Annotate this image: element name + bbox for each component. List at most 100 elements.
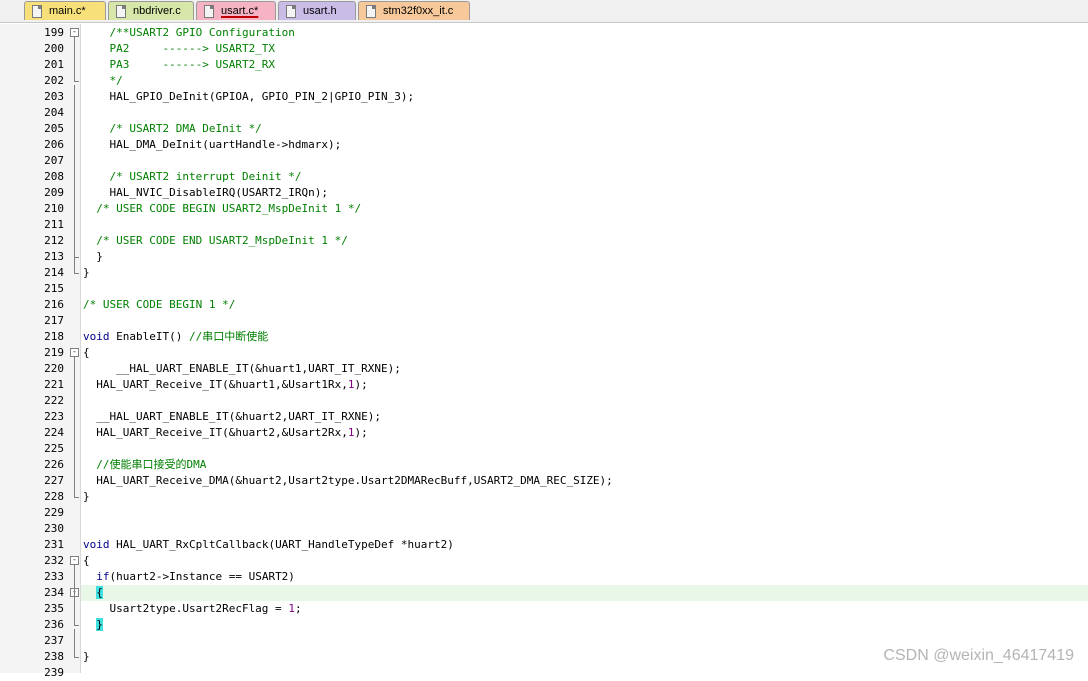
code-line[interactable]: 235 Usart2type.Usart2RecFlag = 1; <box>0 601 1088 617</box>
code-text: } <box>83 266 90 279</box>
line-number: 233 <box>44 570 64 583</box>
tab-nbdriver-c[interactable]: nbdriver.c <box>108 1 194 20</box>
code-line[interactable]: 239 <box>0 665 1088 681</box>
tab-label: nbdriver.c <box>133 5 181 17</box>
line-number: 207 <box>44 154 64 167</box>
line-number: 237 <box>44 634 64 647</box>
code-line[interactable]: 212 /* USER CODE END USART2_MspDeInit 1 … <box>0 233 1088 249</box>
code-line[interactable]: 200 PA2 ------> USART2_TX <box>0 41 1088 57</box>
code-line[interactable]: 202 */ <box>0 73 1088 89</box>
line-number: 215 <box>44 282 64 295</box>
code-text: HAL_UART_Receive_DMA(&huart2,Usart2type.… <box>83 474 613 487</box>
tab-label: stm32f0xx_it.c <box>383 5 454 17</box>
code-line[interactable]: 236 } <box>0 617 1088 633</box>
line-number: 222 <box>44 394 64 407</box>
code-text: HAL_UART_Receive_IT(&huart1,&Usart1Rx,1)… <box>83 377 368 393</box>
line-number: 213 <box>44 250 64 263</box>
code-line[interactable]: 206 HAL_DMA_DeInit(uartHandle->hdmarx); <box>0 137 1088 153</box>
code-line[interactable]: 204 <box>0 105 1088 121</box>
fold-toggle-icon[interactable]: - <box>70 28 79 37</box>
code-line[interactable]: 199- /**USART2 GPIO Configuration <box>0 25 1088 41</box>
code-text: /* USER CODE END USART2_MspDeInit 1 */ <box>83 234 348 247</box>
code-text: } <box>83 490 90 503</box>
fold-toggle-icon[interactable]: - <box>70 556 79 565</box>
code-text: } <box>83 250 103 263</box>
code-text: /* USART2 DMA DeInit */ <box>83 122 262 135</box>
code-line[interactable]: 214} <box>0 265 1088 281</box>
code-line[interactable]: 215 <box>0 281 1088 297</box>
code-line[interactable]: 205 /* USART2 DMA DeInit */ <box>0 121 1088 137</box>
line-number: 204 <box>44 106 64 119</box>
code-line[interactable]: 223 __HAL_UART_ENABLE_IT(&huart2,UART_IT… <box>0 409 1088 425</box>
tab-main-c[interactable]: main.c* <box>24 1 106 20</box>
code-text: /* USER CODE BEGIN USART2_MspDeInit 1 */ <box>83 202 362 215</box>
code-line[interactable]: 219-{ <box>0 345 1088 361</box>
line-number: 230 <box>44 522 64 535</box>
line-number: 239 <box>44 666 64 679</box>
code-text: HAL_UART_Receive_IT(&huart2,&Usart2Rx,1)… <box>83 425 368 441</box>
code-line[interactable]: 201 PA3 ------> USART2_RX <box>0 57 1088 73</box>
code-token: HAL_UART_RxCpltCallback(UART_HandleTypeD… <box>109 538 454 551</box>
line-number: 214 <box>44 266 64 279</box>
line-number: 223 <box>44 410 64 423</box>
fold-guide-end <box>74 81 79 82</box>
code-line[interactable]: 217 <box>0 313 1088 329</box>
fold-guide-end <box>74 625 79 626</box>
code-token: ); <box>354 426 368 439</box>
code-line[interactable]: 221 HAL_UART_Receive_IT(&huart1,&Usart1R… <box>0 377 1088 393</box>
code-line[interactable]: 213 } <box>0 249 1088 265</box>
line-number: 219 <box>44 346 64 359</box>
tab-usart-h[interactable]: usart.h <box>278 1 356 20</box>
code-line[interactable]: 209 HAL_NVIC_DisableIRQ(USART2_IRQn); <box>0 185 1088 201</box>
line-number: 235 <box>44 602 64 615</box>
code-line[interactable]: 234- { <box>0 585 1088 601</box>
code-line[interactable]: 233 if(huart2->Instance == USART2) <box>0 569 1088 585</box>
code-line[interactable]: 203 HAL_GPIO_DeInit(GPIOA, GPIO_PIN_2|GP… <box>0 89 1088 105</box>
code-text: //使能串口接受的DMA <box>83 458 207 471</box>
code-text: __HAL_UART_ENABLE_IT(&huart2,UART_IT_RXN… <box>83 410 382 423</box>
code-line[interactable]: 211 <box>0 217 1088 233</box>
code-text: __HAL_UART_ENABLE_IT(&huart1,UART_IT_RXN… <box>83 362 401 375</box>
code-token: (huart2->Instance == USART2) <box>109 570 295 583</box>
line-number: 229 <box>44 506 64 519</box>
code-line[interactable]: 210 /* USER CODE BEGIN USART2_MspDeInit … <box>0 201 1088 217</box>
code-token: ); <box>354 378 368 391</box>
code-line[interactable]: 207 <box>0 153 1088 169</box>
code-text: Usart2type.Usart2RecFlag = 1; <box>83 601 301 617</box>
code-line[interactable]: 231 void HAL_UART_RxCpltCallback(UART_Han… <box>0 537 1088 553</box>
code-line[interactable]: 230 <box>0 521 1088 537</box>
line-number: 208 <box>44 170 64 183</box>
fold-guide <box>74 85 75 273</box>
fold-guide <box>74 357 75 497</box>
line-number: 212 <box>44 234 64 247</box>
code-line[interactable]: 232-{ <box>0 553 1088 569</box>
code-line[interactable]: 229 <box>0 505 1088 521</box>
code-line[interactable]: 208 /* USART2 interrupt Deinit */ <box>0 169 1088 185</box>
file-icon <box>366 5 376 18</box>
code-line[interactable]: 216 /* USER CODE BEGIN 1 */ <box>0 297 1088 313</box>
code-line[interactable]: 226 //使能串口接受的DMA <box>0 457 1088 473</box>
code-line[interactable]: 220 __HAL_UART_ENABLE_IT(&huart1,UART_IT… <box>0 361 1088 377</box>
code-line[interactable]: 227 HAL_UART_Receive_DMA(&huart2,Usart2t… <box>0 473 1088 489</box>
tab-usart-c[interactable]: usart.c* <box>196 1 276 20</box>
code-token: if <box>96 570 110 583</box>
code-text: HAL_NVIC_DisableIRQ(USART2_IRQn); <box>83 186 329 199</box>
fold-toggle-icon[interactable]: - <box>70 348 79 357</box>
code-line[interactable]: 224 HAL_UART_Receive_IT(&huart2,&Usart2R… <box>0 425 1088 441</box>
code-token: 1 <box>288 602 295 615</box>
code-text: void HAL_UART_RxCpltCallback(UART_Handle… <box>83 537 454 553</box>
code-line[interactable]: 225 <box>0 441 1088 457</box>
code-line[interactable]: 222 <box>0 393 1088 409</box>
code-line[interactable]: 228} <box>0 489 1088 505</box>
code-text: HAL_DMA_DeInit(uartHandle->hdmarx); <box>83 138 342 151</box>
code-token: 1 <box>347 426 355 439</box>
tab-stm32f0xx-it-c[interactable]: stm32f0xx_it.c <box>358 1 470 20</box>
line-number: 228 <box>44 490 64 503</box>
code-text: PA3 ------> USART2_RX <box>83 58 276 71</box>
code-line[interactable]: 218 void EnableIT() //串口中断使能 <box>0 329 1088 345</box>
line-number: 199 <box>44 26 64 39</box>
fold-guide <box>74 629 75 657</box>
